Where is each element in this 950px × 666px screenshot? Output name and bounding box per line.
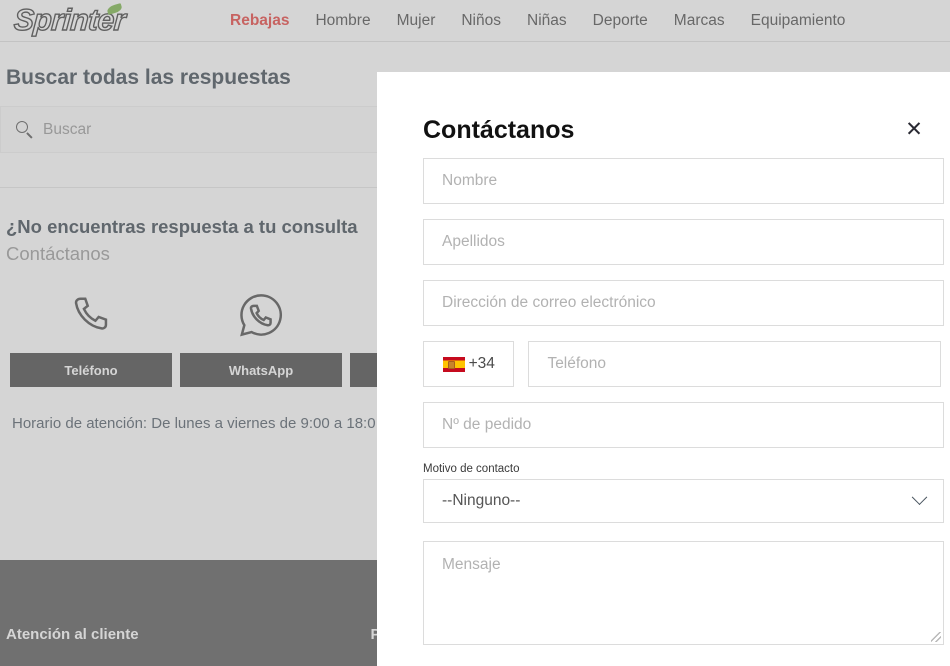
reason-label: Motivo de contacto xyxy=(423,463,520,475)
chevron-down-icon xyxy=(911,488,928,505)
reason-selected-value: --Ninguno-- xyxy=(442,492,521,509)
modal-header: Contáctanos ✕ xyxy=(377,72,950,158)
phone-field[interactable]: Teléfono xyxy=(528,341,941,387)
order-number-field[interactable]: Nº de pedido xyxy=(423,402,944,448)
modal-title: Contáctanos xyxy=(423,116,575,144)
contact-form: Nombre Apellidos Dirección de correo ele… xyxy=(377,158,950,645)
close-icon[interactable]: ✕ xyxy=(902,118,926,142)
message-textarea[interactable]: Mensaje xyxy=(423,541,944,645)
email-field[interactable]: Dirección de correo electrónico xyxy=(423,280,944,326)
phone-row: +34 Teléfono xyxy=(423,341,941,387)
contact-modal: Contáctanos ✕ Nombre Apellidos Dirección… xyxy=(377,72,950,666)
resize-handle-icon[interactable] xyxy=(931,632,941,642)
first-name-field[interactable]: Nombre xyxy=(423,158,944,204)
last-name-field[interactable]: Apellidos xyxy=(423,219,944,265)
message-placeholder: Mensaje xyxy=(442,556,501,573)
spain-flag-icon xyxy=(442,356,465,372)
reason-select[interactable]: --Ninguno-- xyxy=(423,479,944,523)
country-code-value: +34 xyxy=(468,355,495,372)
country-code-selector[interactable]: +34 xyxy=(423,341,515,387)
